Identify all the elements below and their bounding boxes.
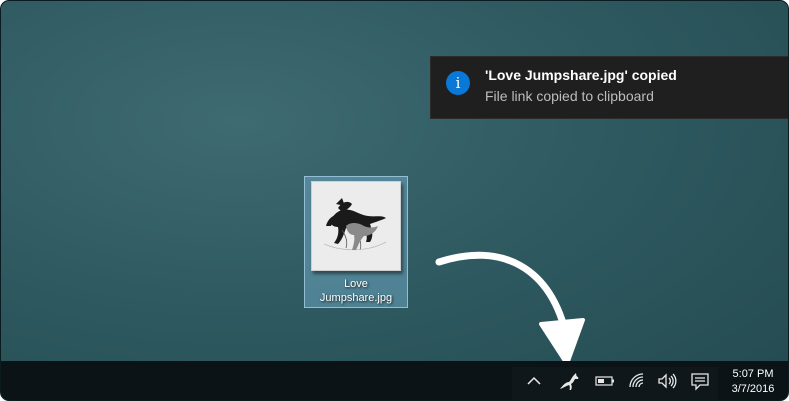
desktop-file-label-line2: Jumpshare.jpg — [319, 292, 393, 304]
jumpshare-kangaroo-icon[interactable] — [557, 369, 581, 393]
clock-time: 5:07 PM — [732, 368, 774, 380]
notification-title: 'Love Jumpshare.jpg' copied — [485, 67, 677, 83]
desktop-screen: i 'Love Jumpshare.jpg' copied File link … — [0, 0, 789, 401]
desktop-file-icon[interactable]: Love Jumpshare.jpg — [304, 176, 408, 308]
notification-message: File link copied to clipboard — [485, 88, 654, 104]
taskbar: 5:07 PM 3/7/2016 — [1, 361, 788, 400]
info-icon: i — [446, 71, 470, 95]
clock-date: 3/7/2016 — [731, 383, 775, 395]
taskbar-clock[interactable]: 5:07 PM 3/7/2016 — [721, 367, 785, 397]
action-center-icon[interactable] — [688, 369, 712, 393]
curved-arrow-icon — [435, 251, 585, 366]
wifi-icon[interactable] — [625, 369, 649, 393]
desktop-file-label: Love Jumpshare.jpg — [305, 277, 407, 305]
image-thumbnail — [311, 181, 401, 271]
chevron-up-icon[interactable] — [522, 369, 546, 393]
battery-icon[interactable] — [593, 369, 617, 393]
notification-toast[interactable]: i 'Love Jumpshare.jpg' copied File link … — [430, 56, 788, 119]
desktop-file-label-line1: Love — [344, 278, 368, 290]
horse-image-icon — [323, 198, 387, 251]
volume-icon[interactable] — [655, 369, 679, 393]
